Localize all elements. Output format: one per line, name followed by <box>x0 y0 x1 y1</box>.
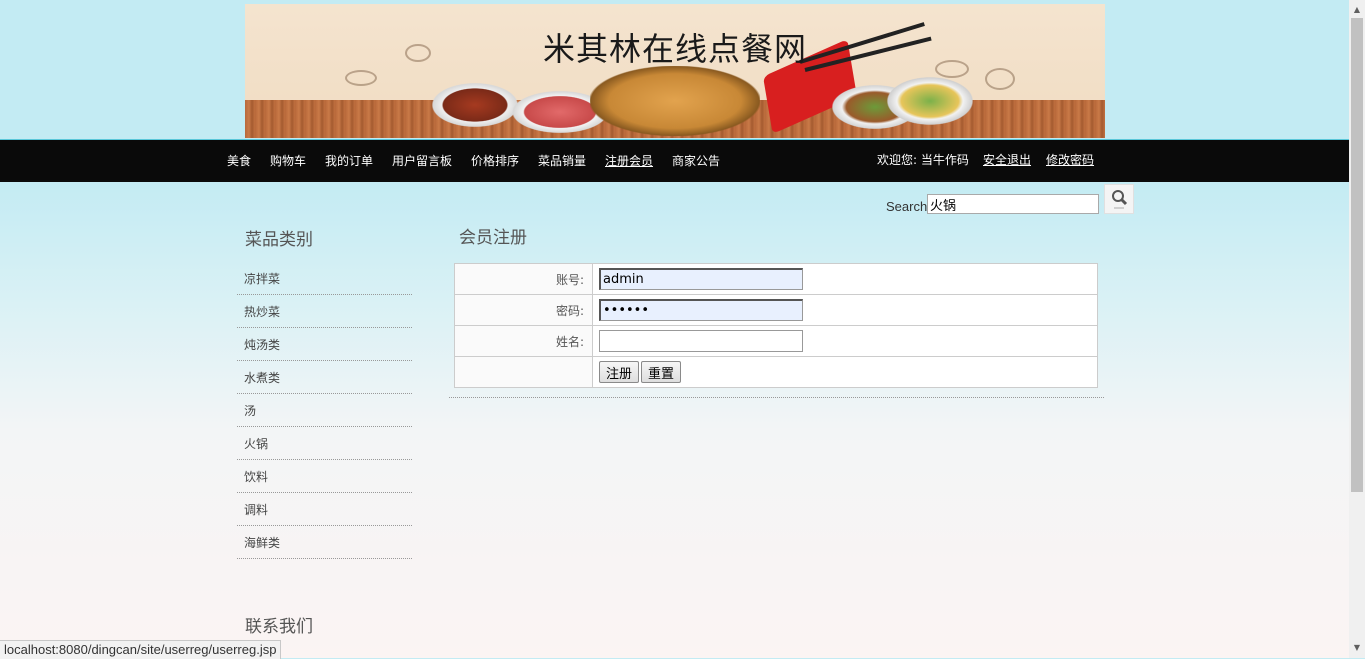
categories-heading: 菜品类别 <box>245 230 313 250</box>
status-url: localhost:8080/dingcan/site/userreg/user… <box>0 640 282 659</box>
account-cell <box>592 263 1098 295</box>
register-form: 账号: 密码: 姓名: 注册重置 <box>454 263 1098 388</box>
search-button[interactable] <box>1104 184 1134 214</box>
category-link[interactable]: 调料 <box>237 493 412 518</box>
search-icon <box>1112 190 1128 209</box>
nav-item-food[interactable]: 美食 <box>227 152 251 169</box>
hotpot-image <box>590 66 760 136</box>
account-field[interactable] <box>599 268 803 290</box>
category-link[interactable]: 海鲜类 <box>237 526 412 551</box>
list-item: 热炒菜 <box>237 295 412 328</box>
list-item: 海鲜类 <box>237 526 412 559</box>
scroll-up-arrow-icon[interactable]: ▲ <box>1349 2 1365 18</box>
site-banner: 米其林在线点餐网 <box>245 4 1105 138</box>
table-row: 姓名: <box>454 325 1098 357</box>
food-dish-image <box>430 82 520 128</box>
category-link[interactable]: 凉拌菜 <box>237 262 412 287</box>
list-item: 水煮类 <box>237 361 412 394</box>
category-list: 凉拌菜 热炒菜 炖汤类 水煮类 汤 火锅 饮料 调料 海鲜类 <box>237 262 412 559</box>
vertical-scrollbar[interactable]: ▲ ▼ <box>1349 0 1365 658</box>
list-item: 饮料 <box>237 460 412 493</box>
category-link[interactable]: 火锅 <box>237 427 412 452</box>
empty-label-cell <box>454 356 593 388</box>
category-link[interactable]: 炖汤类 <box>237 328 412 353</box>
list-item: 炖汤类 <box>237 328 412 361</box>
search-label: Search <box>886 199 928 214</box>
reset-button[interactable]: 重置 <box>641 361 682 383</box>
nav-item-dish-sales[interactable]: 菜品销量 <box>538 152 586 169</box>
doodle-decoration <box>985 68 1015 90</box>
page-title: 会员注册 <box>459 228 527 248</box>
nav-item-message-board[interactable]: 用户留言板 <box>392 152 452 169</box>
scroll-down-arrow-icon[interactable]: ▼ <box>1349 640 1365 656</box>
nav-item-price-sort[interactable]: 价格排序 <box>471 152 519 169</box>
page: 米其林在线点餐网 美食 购物车 我的订单 用户留言板 价格排序 菜品销量 注册会… <box>0 0 1349 659</box>
table-row: 密码: <box>454 294 1098 326</box>
category-link[interactable]: 热炒菜 <box>237 295 412 320</box>
password-field[interactable] <box>599 299 803 321</box>
name-field[interactable] <box>599 330 803 352</box>
list-item: 凉拌菜 <box>237 262 412 295</box>
nav-item-cart[interactable]: 购物车 <box>270 152 306 169</box>
name-cell <box>592 325 1098 357</box>
nav-item-register[interactable]: 注册会员 <box>605 152 653 169</box>
list-item: 火锅 <box>237 427 412 460</box>
category-link[interactable]: 汤 <box>237 394 412 419</box>
password-cell <box>592 294 1098 326</box>
food-dish-image <box>885 76 975 126</box>
password-label: 密码: <box>454 294 593 326</box>
register-button[interactable]: 注册 <box>599 361 640 383</box>
table-row: 账号: <box>454 263 1098 295</box>
search-input[interactable] <box>927 194 1099 214</box>
main-navbar: 美食 购物车 我的订单 用户留言板 价格排序 菜品销量 注册会员 商家公告 欢迎… <box>0 139 1349 182</box>
contact-heading: 联系我们 <box>245 617 313 637</box>
logout-link[interactable]: 安全退出 <box>983 151 1031 168</box>
site-title: 米其林在线点餐网 <box>542 30 807 68</box>
divider <box>449 397 1104 398</box>
change-password-link[interactable]: 修改密码 <box>1046 151 1094 168</box>
list-item: 汤 <box>237 394 412 427</box>
doodle-decoration <box>345 70 377 86</box>
scroll-thumb[interactable] <box>1351 18 1363 492</box>
nav-item-my-orders[interactable]: 我的订单 <box>325 152 373 169</box>
list-item: 调料 <box>237 493 412 526</box>
welcome-text: 欢迎您: 当牛作码 <box>877 153 969 167</box>
account-label: 账号: <box>454 263 593 295</box>
name-label: 姓名: <box>454 325 593 357</box>
category-link[interactable]: 饮料 <box>237 460 412 485</box>
nav-item-announcements[interactable]: 商家公告 <box>672 152 720 169</box>
buttons-cell: 注册 重置 <box>592 356 1098 388</box>
category-link[interactable]: 水煮类 <box>237 361 412 386</box>
table-row: 注册 重置 <box>454 356 1098 388</box>
